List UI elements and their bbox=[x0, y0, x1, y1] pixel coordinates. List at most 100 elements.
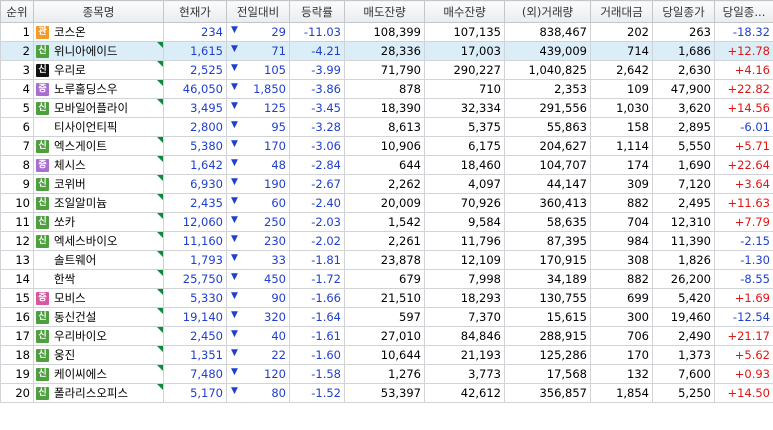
ask-qty-cell: 2,262 bbox=[344, 174, 425, 194]
table-row[interactable]: 4 증 노루홀딩스우 46,050 ▼ 1,850 -3.86 878 710 2,353 109 4… bbox=[0, 79, 773, 99]
rate-cell: -3.06 bbox=[289, 136, 345, 156]
ask-qty-cell: 20,009 bbox=[344, 193, 425, 213]
price-cell: 2,525 bbox=[163, 60, 227, 80]
col-header-close-rate[interactable]: 당일종... bbox=[714, 0, 773, 23]
table-row[interactable]: 2 신 위니아에이드 1,615 ▼ 71 -4.21 28,336 17,003 439,009… bbox=[0, 41, 773, 61]
market-badge-icon: 증 bbox=[36, 159, 49, 172]
bid-qty-cell: 11,796 bbox=[424, 231, 505, 251]
stock-name: 모바일어플라이 bbox=[54, 101, 129, 115]
col-header-rank[interactable]: 순위 bbox=[0, 0, 34, 23]
table-row[interactable]: 15 증 모비스 5,330 ▼ 90 -1.66 21,510 18,293 130,755 69… bbox=[0, 288, 773, 308]
col-header-ask-qty[interactable]: 매도잔량 bbox=[344, 0, 425, 23]
stock-name-cell[interactable]: 신 우리바이오 bbox=[33, 326, 164, 346]
table-row[interactable]: 19 신 케이씨에스 7,480 ▼ 120 -1.58 1,276 3,773 17,568 13… bbox=[0, 364, 773, 384]
change-cell: ▼ 320 bbox=[226, 307, 290, 327]
stock-name-cell[interactable]: 신 웅진 bbox=[33, 345, 164, 365]
close-cell: 47,900 bbox=[652, 79, 715, 99]
volume-cell: 288,915 bbox=[504, 326, 591, 346]
bid-qty-cell: 32,334 bbox=[424, 98, 505, 118]
table-row[interactable]: 11 신 쏘카 12,060 ▼ 250 -2.03 1,542 9,584 58,635 704 1… bbox=[0, 212, 773, 232]
price-cell: 1,642 bbox=[163, 155, 227, 175]
stock-name-cell[interactable]: 신 쏘카 bbox=[33, 212, 164, 232]
close-cell: 5,550 bbox=[652, 136, 715, 156]
amount-cell: 706 bbox=[590, 326, 653, 346]
stock-name: 모비스 bbox=[54, 291, 86, 305]
stock-name-cell[interactable]: 신 폴라리스오피스 bbox=[33, 383, 164, 403]
table-row[interactable]: 3 신 우리로 2,525 ▼ 105 -3.99 71,790 290,227 1,040,82… bbox=[0, 60, 773, 80]
col-header-rate[interactable]: 등락률 bbox=[289, 0, 345, 23]
stock-name-cell[interactable]: 신 코위버 bbox=[33, 174, 164, 194]
stock-name-cell[interactable]: 신 엑스게이트 bbox=[33, 136, 164, 156]
change-cell: ▼ 95 bbox=[226, 117, 290, 137]
col-header-close[interactable]: 당일종가 bbox=[652, 0, 715, 23]
market-badge-icon: 신 bbox=[36, 368, 49, 381]
stock-name-cell[interactable]: 솔트웨어 bbox=[33, 250, 164, 270]
stock-name-cell[interactable]: 신 케이씨에스 bbox=[33, 364, 164, 384]
table-row[interactable]: 17 신 우리바이오 2,450 ▼ 40 -1.61 27,010 84,846 288,915… bbox=[0, 326, 773, 346]
market-badge-icon: 관 bbox=[36, 26, 49, 39]
stock-name-cell[interactable]: 신 위니아에이드 bbox=[33, 41, 164, 61]
stock-name-cell[interactable]: 신 조일알미늄 bbox=[33, 193, 164, 213]
market-badge-icon: 신 bbox=[36, 64, 49, 77]
change-cell: ▼ 250 bbox=[226, 212, 290, 232]
amount-cell: 984 bbox=[590, 231, 653, 251]
col-header-volume[interactable]: (외)거래량 bbox=[504, 0, 591, 23]
table-row[interactable]: 13 솔트웨어 1,793 ▼ 33 -1.81 23,878 12,109 170,915 30… bbox=[0, 250, 773, 270]
stock-name: 티사이언티픽 bbox=[54, 120, 118, 134]
down-triangle-icon: ▼ bbox=[231, 82, 238, 92]
ask-qty-cell: 1,276 bbox=[344, 364, 425, 384]
price-cell: 1,615 bbox=[163, 41, 227, 61]
price-cell: 46,050 bbox=[163, 79, 227, 99]
table-row[interactable]: 18 신 웅진 1,351 ▼ 22 -1.60 10,644 21,193 125,286 170… bbox=[0, 345, 773, 365]
bid-qty-cell: 6,175 bbox=[424, 136, 505, 156]
rate-cell: -3.99 bbox=[289, 60, 345, 80]
stock-name-cell[interactable]: 신 엑세스바이오 bbox=[33, 231, 164, 251]
stock-name: 케이씨에스 bbox=[54, 367, 107, 381]
table-row[interactable]: 5 신 모바일어플라이 3,495 ▼ 125 -3.45 18,390 32,334 291,5… bbox=[0, 98, 773, 118]
change-cell: ▼ 1,850 bbox=[226, 79, 290, 99]
close-rate-cell: +4.16 bbox=[714, 60, 773, 80]
table-row[interactable]: 7 신 엑스게이트 5,380 ▼ 170 -3.06 10,906 6,175 204,627 1… bbox=[0, 136, 773, 156]
col-header-change[interactable]: 전일대비 bbox=[226, 0, 290, 23]
corner-flag-icon bbox=[157, 175, 163, 181]
price-cell: 25,750 bbox=[163, 269, 227, 289]
col-header-amount[interactable]: 거래대금 bbox=[590, 0, 653, 23]
close-rate-cell: +22.82 bbox=[714, 79, 773, 99]
ask-qty-cell: 597 bbox=[344, 307, 425, 327]
table-row[interactable]: 9 신 코위버 6,930 ▼ 190 -2.67 2,262 4,097 44,147 309 7,… bbox=[0, 174, 773, 194]
change-value: 71 bbox=[271, 44, 286, 58]
col-header-bid-qty[interactable]: 매수잔량 bbox=[424, 0, 505, 23]
col-header-name[interactable]: 종목명 bbox=[33, 0, 164, 23]
stock-name-cell[interactable]: 한싹 bbox=[33, 269, 164, 289]
bid-qty-cell: 12,109 bbox=[424, 250, 505, 270]
table-row[interactable]: 6 티사이언티픽 2,800 ▼ 95 -3.28 8,613 5,375 55,863 158 2… bbox=[0, 117, 773, 137]
stock-name-cell[interactable]: 신 동신건설 bbox=[33, 307, 164, 327]
change-cell: ▼ 80 bbox=[226, 383, 290, 403]
table-row[interactable]: 1 관 코스온 234 ▼ 29 -11.03 108,399 107,135 838,467 20… bbox=[0, 22, 773, 42]
stock-name-cell[interactable]: 증 노루홀딩스우 bbox=[33, 79, 164, 99]
amount-cell: 714 bbox=[590, 41, 653, 61]
stock-name-cell[interactable]: 관 코스온 bbox=[33, 22, 164, 42]
stock-name-cell[interactable]: 증 모비스 bbox=[33, 288, 164, 308]
table-row[interactable]: 16 신 동신건설 19,140 ▼ 320 -1.64 597 7,370 15,615 300 1… bbox=[0, 307, 773, 327]
rate-cell: -1.58 bbox=[289, 364, 345, 384]
amount-cell: 1,030 bbox=[590, 98, 653, 118]
change-value: 450 bbox=[264, 272, 286, 286]
bid-qty-cell: 4,097 bbox=[424, 174, 505, 194]
change-value: 125 bbox=[264, 101, 286, 115]
change-value: 170 bbox=[264, 139, 286, 153]
rank-cell: 17 bbox=[0, 326, 34, 346]
close-rate-cell: -8.55 bbox=[714, 269, 773, 289]
table-row[interactable]: 12 신 엑세스바이오 11,160 ▼ 230 -2.02 2,261 11,796 87,39… bbox=[0, 231, 773, 251]
corner-flag-icon bbox=[157, 194, 163, 200]
rate-cell: -2.40 bbox=[289, 193, 345, 213]
stock-name-cell[interactable]: 티사이언티픽 bbox=[33, 117, 164, 137]
table-row[interactable]: 10 신 조일알미늄 2,435 ▼ 60 -2.40 20,009 70,926 360,413… bbox=[0, 193, 773, 213]
stock-name-cell[interactable]: 신 모바일어플라이 bbox=[33, 98, 164, 118]
col-header-price[interactable]: 현재가 bbox=[163, 0, 227, 23]
table-row[interactable]: 14 한싹 25,750 ▼ 450 -1.72 679 7,998 34,189 882 26,2… bbox=[0, 269, 773, 289]
stock-name-cell[interactable]: 증 체시스 bbox=[33, 155, 164, 175]
table-row[interactable]: 20 신 폴라리스오피스 5,170 ▼ 80 -1.52 53,397 42,612 356,8… bbox=[0, 383, 773, 403]
stock-name-cell[interactable]: 신 우리로 bbox=[33, 60, 164, 80]
table-row[interactable]: 8 증 체시스 1,642 ▼ 48 -2.84 644 18,460 104,707 174 1,6… bbox=[0, 155, 773, 175]
